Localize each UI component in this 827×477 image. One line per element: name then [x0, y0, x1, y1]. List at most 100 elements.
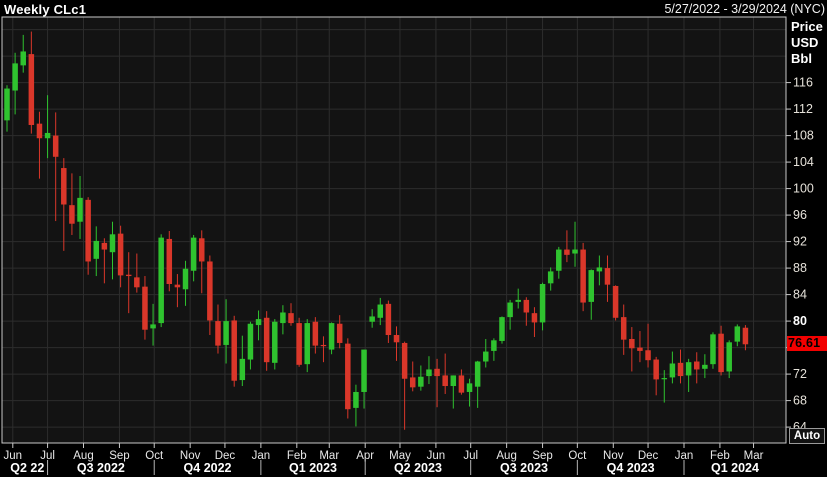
- candle-body[interactable]: [166, 238, 173, 284]
- price-tick-label: 100: [793, 182, 814, 196]
- candle-body[interactable]: [150, 324, 156, 329]
- candle-body[interactable]: [515, 299, 521, 302]
- candle-body[interactable]: [710, 334, 716, 365]
- candle-body[interactable]: [458, 375, 465, 393]
- candle-body[interactable]: [572, 249, 578, 254]
- candle-body[interactable]: [434, 368, 440, 377]
- candle-body[interactable]: [4, 88, 10, 121]
- candle-body[interactable]: [483, 351, 489, 362]
- candle-body[interactable]: [612, 285, 619, 318]
- candle-body[interactable]: [215, 321, 221, 346]
- candle-body[interactable]: [353, 391, 359, 408]
- candle-body[interactable]: [369, 316, 375, 322]
- candle-body[interactable]: [345, 343, 351, 410]
- candle-body[interactable]: [320, 344, 327, 347]
- candle-body[interactable]: [247, 323, 254, 360]
- candle-body[interactable]: [637, 347, 643, 351]
- candle-body[interactable]: [596, 267, 603, 272]
- candle-body[interactable]: [93, 240, 100, 259]
- candle-body[interactable]: [158, 237, 164, 324]
- candle-body[interactable]: [604, 268, 611, 285]
- candle-body[interactable]: [255, 319, 262, 326]
- candle-body[interactable]: [199, 238, 205, 262]
- candle-body[interactable]: [61, 168, 67, 205]
- candle-body[interactable]: [69, 205, 75, 224]
- chart-window: Weekly CLc1 5/27/2022 - 3/29/2024 (NYC) …: [0, 0, 827, 477]
- candle-body[interactable]: [288, 313, 294, 324]
- candle-body[interactable]: [556, 249, 562, 271]
- candle-body[interactable]: [718, 333, 724, 373]
- candle-body[interactable]: [426, 369, 432, 377]
- candle-body[interactable]: [645, 350, 651, 361]
- candle-body[interactable]: [190, 237, 197, 271]
- candle-body[interactable]: [85, 199, 91, 262]
- candle-body[interactable]: [588, 270, 595, 302]
- candle-body[interactable]: [685, 362, 692, 376]
- candle-body[interactable]: [263, 317, 270, 363]
- candle-body[interactable]: [328, 323, 335, 350]
- candle-body[interactable]: [450, 375, 457, 387]
- candle-body[interactable]: [491, 340, 497, 351]
- candle-body[interactable]: [109, 234, 116, 253]
- candle-body[interactable]: [629, 338, 635, 349]
- candle-body[interactable]: [677, 362, 684, 377]
- price-tick-label: 112: [793, 102, 813, 116]
- candle-body[interactable]: [523, 299, 530, 313]
- candle-body[interactable]: [385, 303, 392, 336]
- candle-body[interactable]: [174, 284, 181, 288]
- candle-body[interactable]: [182, 268, 189, 290]
- candle-body[interactable]: [409, 377, 416, 388]
- price-tick-label: 104: [793, 155, 814, 169]
- candle-body[interactable]: [207, 261, 213, 321]
- candle-body[interactable]: [223, 321, 229, 345]
- candle-body[interactable]: [44, 132, 51, 139]
- candle-body[interactable]: [125, 274, 132, 277]
- candle-body[interactable]: [20, 51, 26, 66]
- candle-body[interactable]: [702, 364, 708, 369]
- candle-body[interactable]: [507, 302, 513, 318]
- candle-body[interactable]: [77, 197, 83, 222]
- candle-body[interactable]: [580, 249, 586, 303]
- candle-body[interactable]: [620, 317, 627, 340]
- candle-body[interactable]: [28, 54, 35, 125]
- candle-body[interactable]: [377, 304, 384, 318]
- candle-body[interactable]: [653, 359, 659, 380]
- candle-body[interactable]: [296, 323, 302, 365]
- candle-body[interactable]: [661, 378, 668, 380]
- candle-body[interactable]: [117, 233, 124, 276]
- candle-body[interactable]: [474, 361, 481, 387]
- candle-body[interactable]: [312, 321, 319, 346]
- candle-body[interactable]: [52, 135, 59, 157]
- candle-body[interactable]: [134, 277, 140, 288]
- candle-body[interactable]: [418, 376, 424, 387]
- candle-body[interactable]: [304, 323, 310, 365]
- candle-body[interactable]: [442, 375, 448, 387]
- candle-body[interactable]: [693, 361, 700, 370]
- candlestick-chart[interactable]: 1161121081041009692888480726864JunJulAug…: [0, 0, 827, 477]
- candle-body[interactable]: [547, 271, 554, 284]
- quarter-label: Q2 2023: [394, 461, 442, 475]
- candle-body[interactable]: [361, 349, 367, 392]
- candle-body[interactable]: [12, 63, 18, 91]
- candle-body[interactable]: [499, 317, 505, 341]
- candle-body[interactable]: [742, 327, 749, 345]
- candle-body[interactable]: [466, 383, 473, 392]
- candle-body[interactable]: [142, 286, 148, 330]
- candle-body[interactable]: [36, 123, 43, 139]
- candle-body[interactable]: [393, 335, 400, 343]
- candle-body[interactable]: [669, 363, 676, 378]
- candle-body[interactable]: [336, 323, 343, 343]
- price-axis-unit-line3: Bbl: [791, 51, 812, 66]
- candle-body[interactable]: [239, 358, 246, 381]
- candle-body[interactable]: [531, 313, 538, 323]
- candle-body[interactable]: [539, 283, 546, 323]
- candle-body[interactable]: [564, 249, 570, 255]
- candle-body[interactable]: [726, 342, 732, 372]
- candle-body[interactable]: [272, 321, 278, 363]
- auto-scale-button[interactable]: Auto: [789, 428, 825, 444]
- candle-body[interactable]: [734, 326, 741, 342]
- candle-body[interactable]: [101, 242, 108, 250]
- candle-body[interactable]: [280, 312, 286, 324]
- candle-body[interactable]: [401, 342, 408, 379]
- candle-body[interactable]: [231, 320, 237, 381]
